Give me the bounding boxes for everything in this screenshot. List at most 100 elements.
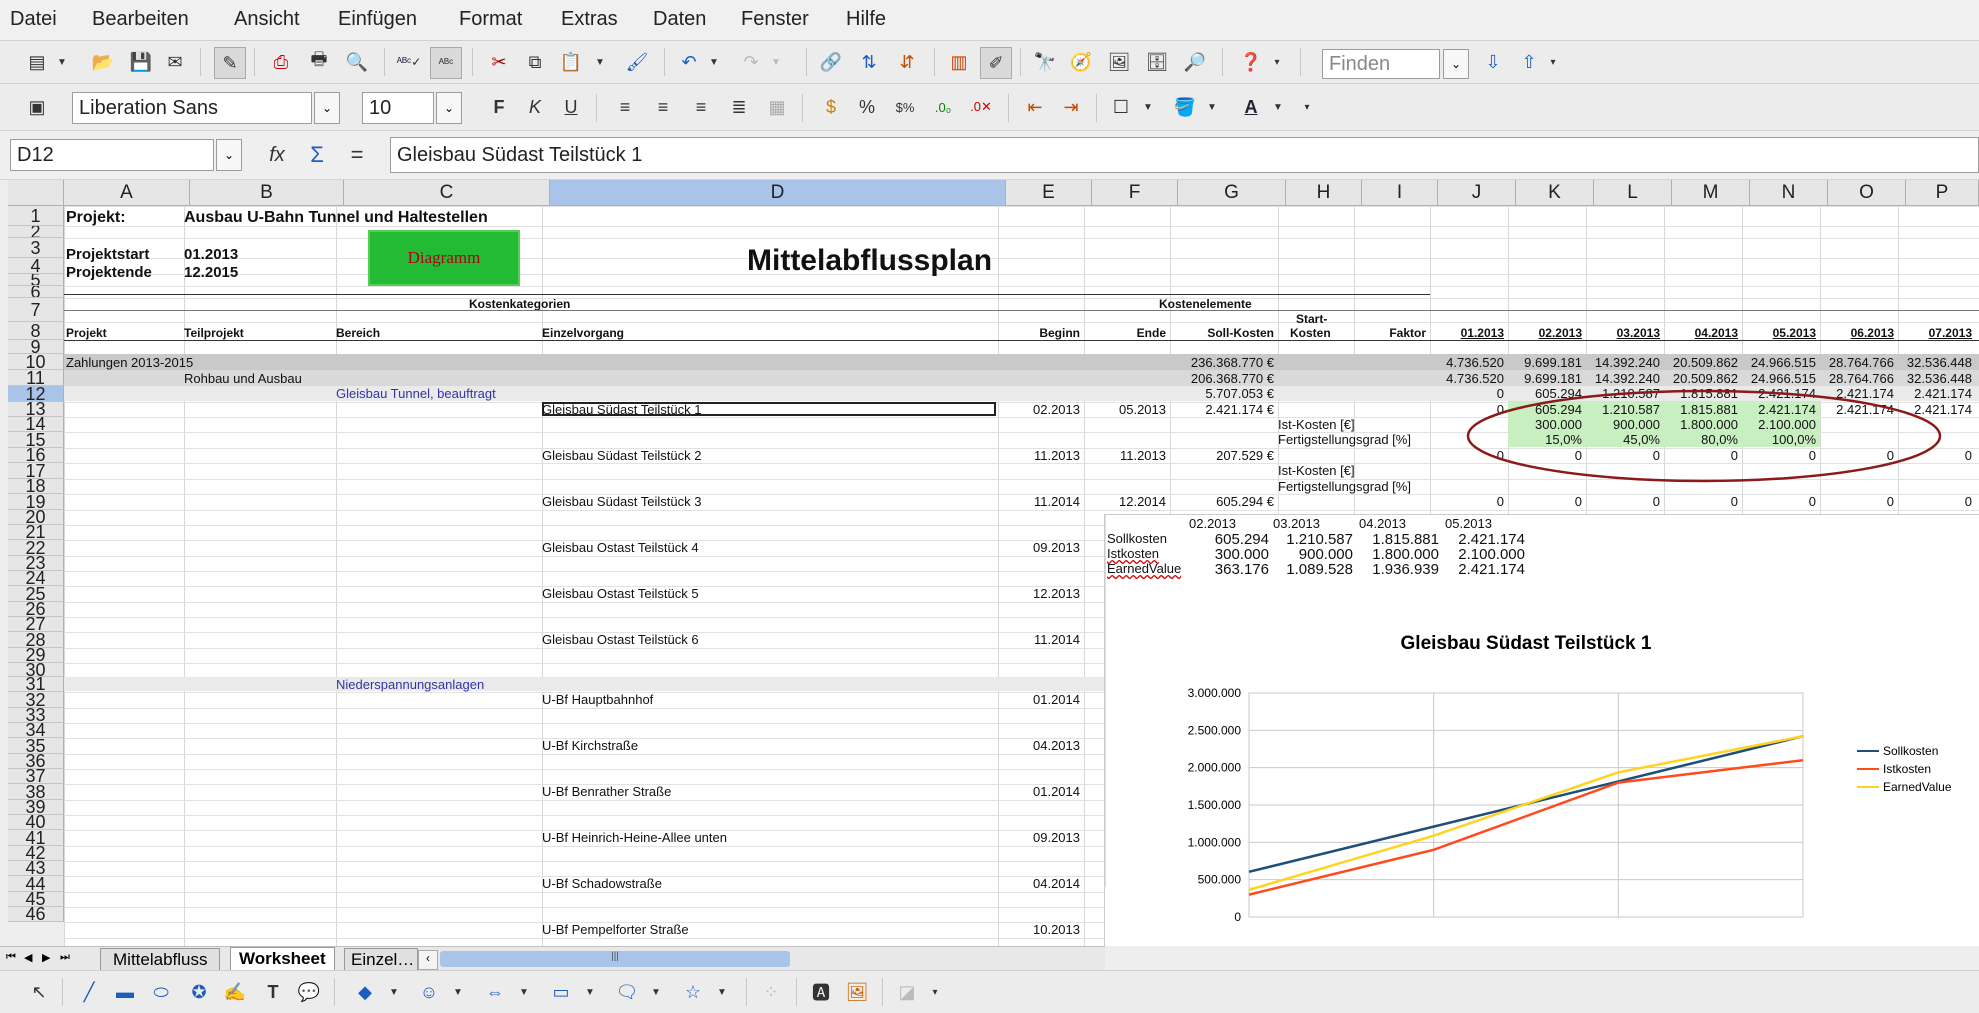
basic-shapes-icon[interactable]: ◆ xyxy=(350,977,380,1007)
row-header-40[interactable]: 40 xyxy=(8,815,64,830)
background-dropdown-icon[interactable]: ▼ xyxy=(1204,92,1220,122)
row-header-33[interactable]: 33 xyxy=(8,708,64,723)
column-header-g[interactable]: G xyxy=(1178,180,1286,206)
menu-einfuegen[interactable]: Einfügen xyxy=(338,8,417,31)
formula-input[interactable]: Gleisbau Südast Teilstück 1 xyxy=(390,137,1979,173)
row-header-21[interactable]: 21 xyxy=(8,525,64,540)
navigator-icon[interactable]: 🧭 xyxy=(1066,47,1096,77)
function-equals-icon[interactable]: = xyxy=(342,140,372,170)
row-header-46[interactable]: 46 xyxy=(8,907,64,922)
column-header-e[interactable]: E xyxy=(1006,180,1092,206)
row-header-41[interactable]: 41 xyxy=(8,830,64,846)
column-header-m[interactable]: M xyxy=(1672,180,1750,206)
row-header-8[interactable]: 8 xyxy=(8,322,64,340)
symbol-shapes-icon[interactable]: ☺ xyxy=(414,977,444,1007)
column-header-d[interactable]: D xyxy=(550,180,1006,206)
callouts-icon[interactable]: 🗨 xyxy=(612,977,642,1007)
name-box-dropdown-icon[interactable]: ⌄ xyxy=(216,139,242,171)
menu-datei[interactable]: Datei xyxy=(10,8,57,31)
row-header-44[interactable]: 44 xyxy=(8,876,64,892)
row-header-39[interactable]: 39 xyxy=(8,800,64,815)
function-wizard-icon[interactable]: fx xyxy=(262,140,292,170)
freehand-icon[interactable]: ✍ xyxy=(220,977,250,1007)
font-size-input[interactable]: 10 xyxy=(362,92,434,124)
spellcheck-icon[interactable]: ᴬᴮᶜ✓ xyxy=(394,47,424,77)
column-header-i[interactable]: I xyxy=(1362,180,1438,206)
tab-worksheet[interactable]: Worksheet xyxy=(230,947,335,972)
row-header-4[interactable]: 4 xyxy=(8,258,64,274)
rectangle-tool-icon[interactable]: ▬ xyxy=(110,977,140,1007)
menu-hilfe[interactable]: Hilfe xyxy=(846,8,886,31)
row-header-38[interactable]: 38 xyxy=(8,784,64,800)
flowchart-dropdown-icon[interactable]: ▼ xyxy=(582,977,598,1007)
gallery-icon[interactable]: 🖼 xyxy=(1104,47,1134,77)
row-header-18[interactable]: 18 xyxy=(8,479,64,494)
font-size-dropdown-icon[interactable]: ⌄ xyxy=(436,92,462,124)
borders-dropdown-icon[interactable]: ▼ xyxy=(1140,92,1156,122)
freeform-tool-icon[interactable]: ✪ xyxy=(184,977,214,1007)
row-header-20[interactable]: 20 xyxy=(8,510,64,525)
print-preview-icon[interactable]: 🔍 xyxy=(342,47,372,77)
column-header-h[interactable]: H xyxy=(1286,180,1362,206)
row-header-22[interactable]: 22 xyxy=(8,540,64,556)
find-previous-icon[interactable]: ⇧ xyxy=(1514,47,1544,77)
horizontal-scrollbar-thumb[interactable]: ||| xyxy=(440,951,790,967)
font-name-dropdown-icon[interactable]: ⌄ xyxy=(314,92,340,124)
add-decimal-icon[interactable]: .0₀ xyxy=(928,92,958,122)
row-header-25[interactable]: 25 xyxy=(8,586,64,602)
spreadsheet-grid[interactable]: Projekt: Ausbau U-Bahn Tunnel und Haltes… xyxy=(64,206,1979,946)
row-header-26[interactable]: 26 xyxy=(8,602,64,617)
decrease-indent-icon[interactable]: ⇤ xyxy=(1020,92,1050,122)
open-folder-icon[interactable]: 📂 xyxy=(88,47,118,77)
row-header-9[interactable]: 9 xyxy=(8,340,64,354)
ellipse-tool-icon[interactable]: ⬭ xyxy=(146,977,176,1007)
font-color-dropdown-icon[interactable]: ▼ xyxy=(1270,92,1286,122)
callout-tool-icon[interactable]: 💬 xyxy=(294,977,324,1007)
styles-icon[interactable]: ▣ xyxy=(22,92,52,122)
row-header-37[interactable]: 37 xyxy=(8,769,64,784)
menu-bearbeiten[interactable]: Bearbeiten xyxy=(92,8,189,31)
row-header-14[interactable]: 14 xyxy=(8,417,64,432)
row-header-5[interactable]: 5 xyxy=(8,274,64,286)
column-header-b[interactable]: B xyxy=(190,180,344,206)
save-icon[interactable]: 💾 xyxy=(126,47,156,77)
redo-dropdown-icon[interactable]: ▼ xyxy=(768,47,784,77)
font-name-input[interactable]: Liberation Sans xyxy=(72,92,312,124)
sort-descending-icon[interactable]: ⇵ xyxy=(892,47,922,77)
datasources-icon[interactable]: 🗄 xyxy=(1142,47,1172,77)
tab-einzel[interactable]: Einzel… xyxy=(344,948,418,971)
symbol-shapes-dropdown-icon[interactable]: ▼ xyxy=(450,977,466,1007)
find-input[interactable]: Finden xyxy=(1322,49,1440,79)
new-document-icon[interactable]: ▤ xyxy=(22,47,52,77)
underline-icon[interactable]: U xyxy=(556,92,586,122)
column-header-o[interactable]: O xyxy=(1828,180,1906,206)
block-arrows-icon[interactable]: ⇔ xyxy=(480,977,510,1007)
chart-icon[interactable]: ▥ xyxy=(944,47,974,77)
paste-dropdown-icon[interactable]: ▼ xyxy=(592,47,608,77)
row-header-30[interactable]: 30 xyxy=(8,663,64,677)
background-color-icon[interactable]: 🪣 xyxy=(1170,92,1200,122)
scroll-left-icon[interactable]: ‹ xyxy=(418,950,438,970)
find-dropdown-icon[interactable]: ⌄ xyxy=(1443,49,1469,79)
row-header-16[interactable]: 16 xyxy=(8,448,64,463)
menu-daten[interactable]: Daten xyxy=(653,8,706,31)
column-header-k[interactable]: K xyxy=(1516,180,1594,206)
last-sheet-icon[interactable]: ⏭ xyxy=(60,951,70,964)
select-all-corner[interactable] xyxy=(8,180,64,206)
font-color-icon[interactable]: A xyxy=(1236,92,1266,122)
merge-cells-icon[interactable]: ▦ xyxy=(762,92,792,122)
column-header-n[interactable]: N xyxy=(1750,180,1828,206)
menu-ansicht[interactable]: Ansicht xyxy=(234,8,300,31)
find-overflow-icon[interactable]: ▾ xyxy=(1546,47,1560,77)
block-arrows-dropdown-icon[interactable]: ▼ xyxy=(516,977,532,1007)
row-header-29[interactable]: 29 xyxy=(8,648,64,663)
row-header-34[interactable]: 34 xyxy=(8,723,64,738)
stars-icon[interactable]: ☆ xyxy=(678,977,708,1007)
extrusion-icon[interactable]: ◪ xyxy=(892,977,922,1007)
column-header-j[interactable]: J xyxy=(1438,180,1516,206)
align-left-icon[interactable]: ≡ xyxy=(610,92,640,122)
row-header-7[interactable]: 7 xyxy=(8,298,64,322)
zoom-icon[interactable]: 🔎 xyxy=(1180,47,1210,77)
column-header-a[interactable]: A xyxy=(64,180,190,206)
callouts-dropdown-icon[interactable]: ▼ xyxy=(648,977,664,1007)
